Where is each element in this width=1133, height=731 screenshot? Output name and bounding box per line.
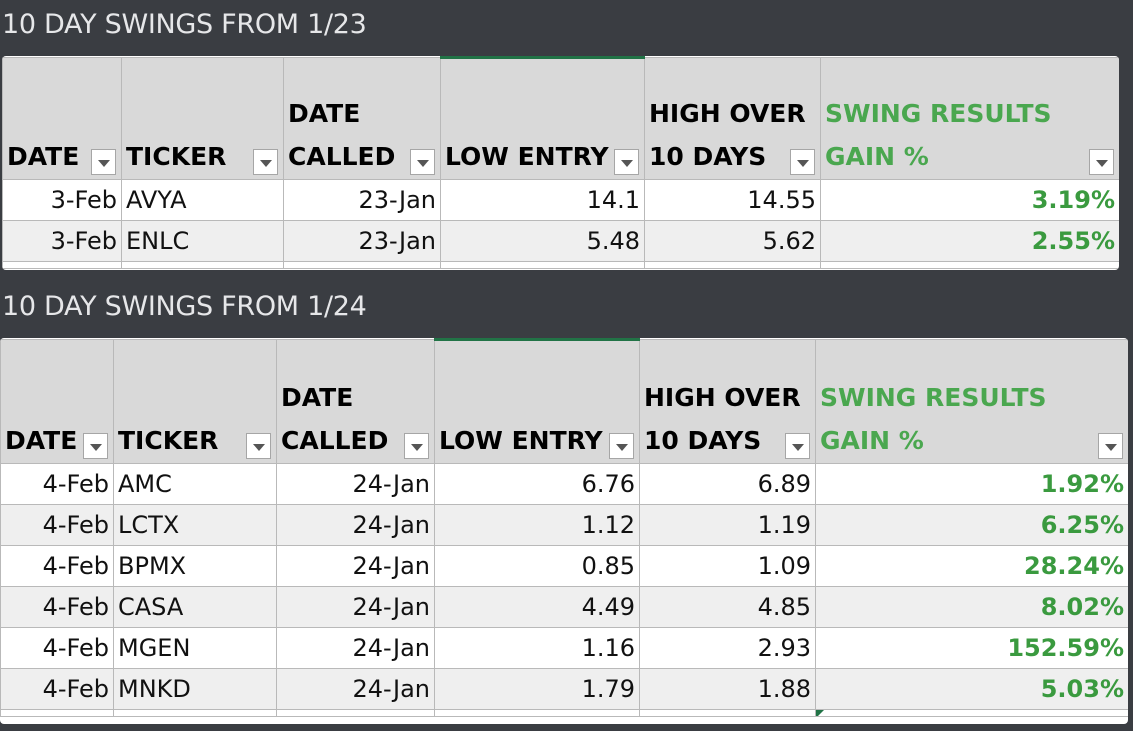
cell-gain[interactable]: 1.92% [815, 463, 1128, 505]
header-ticker: TICKER [113, 339, 277, 464]
header-date: DATE [0, 339, 114, 464]
filter-dropdown-icon[interactable] [614, 149, 639, 175]
table-row-partial [2, 261, 1119, 269]
header-date-called: DATE CALLED [276, 339, 435, 464]
cell-date[interactable]: 4-Feb [0, 668, 114, 710]
header-high-over: HIGH OVER 10 DAYS [644, 57, 821, 180]
cell-ticker[interactable]: MNKD [113, 668, 277, 710]
cell-ticker[interactable]: AMC [113, 463, 277, 505]
cell-gain[interactable]: 5.03% [815, 668, 1128, 710]
header-low-entry: LOW ENTRY [434, 338, 640, 464]
cell-ticker[interactable]: CASA [113, 586, 277, 628]
cell-ticker[interactable]: LCTX [113, 504, 277, 546]
filter-dropdown-icon[interactable] [246, 433, 271, 459]
swings-table-1: DATE TICKER DATE CALLED LOW ENTRY HIGH OV… [2, 56, 1119, 270]
filter-dropdown-icon[interactable] [253, 149, 278, 175]
cell-low-entry[interactable]: 6.76 [434, 463, 640, 505]
cell-low-entry[interactable]: 1.16 [434, 627, 640, 669]
cell-gain[interactable]: 152.59% [815, 627, 1128, 669]
table-row: 4-Feb CASA 24-Jan 4.49 4.85 8.02% [0, 586, 1128, 628]
cell-date[interactable]: 4-Feb [0, 463, 114, 505]
cell-date-called[interactable]: 24-Jan [276, 586, 435, 628]
table-row: 4-Feb MNKD 24-Jan 1.79 1.88 5.03% [0, 668, 1128, 710]
table-row-partial [0, 709, 1128, 717]
cell-gain[interactable]: 28.24% [815, 545, 1128, 587]
cell-high[interactable]: 1.19 [639, 504, 816, 546]
cell-date[interactable]: 4-Feb [0, 627, 114, 669]
cell-date-called[interactable]: 23-Jan [283, 220, 441, 262]
cell-date[interactable]: 3-Feb [2, 179, 122, 221]
cell-high[interactable]: 14.55 [644, 179, 821, 221]
cell-high[interactable]: 1.09 [639, 545, 816, 587]
filter-dropdown-icon[interactable] [91, 149, 116, 175]
table-row: 4-Feb LCTX 24-Jan 1.12 1.19 6.25% [0, 504, 1128, 546]
cell-date-called[interactable]: 24-Jan [276, 545, 435, 587]
cell-date-called[interactable]: 24-Jan [276, 504, 435, 546]
cell-error-indicator-icon [816, 710, 824, 716]
cell-date[interactable]: 4-Feb [0, 586, 114, 628]
section-title-1: 10 DAY SWINGS FROM 1/23 [2, 9, 367, 40]
cell-high[interactable]: 4.85 [639, 586, 816, 628]
data-table: DATE TICKER DATE CALLED LOW ENTRY HIGH OV… [2, 56, 1119, 269]
cell-date-called[interactable]: 24-Jan [276, 668, 435, 710]
header-low-entry: LOW ENTRY [440, 56, 645, 180]
table-row: 3-Feb AVYA 23-Jan 14.1 14.55 3.19% [2, 179, 1119, 221]
cell-high[interactable]: 6.89 [639, 463, 816, 505]
cell-low-entry[interactable]: 5.48 [440, 220, 645, 262]
filter-dropdown-icon[interactable] [790, 149, 815, 175]
header-ticker: TICKER [121, 57, 284, 180]
cell-high[interactable]: 1.88 [639, 668, 816, 710]
header-high-over: HIGH OVER 10 DAYS [639, 339, 816, 464]
cell-low-entry[interactable]: 1.79 [434, 668, 640, 710]
cell-high[interactable]: 2.93 [639, 627, 816, 669]
cell-date-called[interactable]: 24-Jan [276, 627, 435, 669]
table-row: 4-Feb AMC 24-Jan 6.76 6.89 1.92% [0, 463, 1128, 505]
cell-gain[interactable]: 3.19% [820, 179, 1119, 221]
swings-table-2: DATE TICKER DATE CALLED LOW ENTRY HIGH OV… [0, 338, 1128, 724]
cell-gain[interactable]: 2.55% [820, 220, 1119, 262]
table-row: 4-Feb BPMX 24-Jan 0.85 1.09 28.24% [0, 545, 1128, 587]
filter-dropdown-icon[interactable] [410, 149, 435, 175]
table-row: 3-Feb ENLC 23-Jan 5.48 5.62 2.55% [2, 220, 1119, 262]
section-title-2: 10 DAY SWINGS FROM 1/24 [2, 291, 367, 322]
filter-dropdown-icon[interactable] [83, 433, 108, 459]
header-swing-results: SWING RESULTS GAIN % [815, 339, 1128, 464]
cell-ticker[interactable]: BPMX [113, 545, 277, 587]
cell-date-called[interactable]: 24-Jan [276, 463, 435, 505]
cell-high[interactable]: 5.62 [644, 220, 821, 262]
cell-date[interactable]: 3-Feb [2, 220, 122, 262]
cell-date-called[interactable]: 23-Jan [283, 179, 441, 221]
filter-dropdown-icon[interactable] [785, 433, 810, 459]
cell-date[interactable]: 4-Feb [0, 545, 114, 587]
header-date-called: DATE CALLED [283, 57, 441, 180]
cell-ticker[interactable]: AVYA [121, 179, 284, 221]
filter-dropdown-icon[interactable] [1098, 433, 1123, 459]
cell-ticker[interactable]: ENLC [121, 220, 284, 262]
cell-gain[interactable]: 8.02% [815, 586, 1128, 628]
cell-date[interactable]: 4-Feb [0, 504, 114, 546]
cell-gain[interactable]: 6.25% [815, 504, 1128, 546]
cell-low-entry[interactable]: 4.49 [434, 586, 640, 628]
filter-dropdown-icon[interactable] [609, 433, 634, 459]
filter-dropdown-icon[interactable] [404, 433, 429, 459]
cell-ticker[interactable]: MGEN [113, 627, 277, 669]
header-date: DATE [2, 57, 122, 180]
data-table: DATE TICKER DATE CALLED LOW ENTRY HIGH OV… [0, 338, 1128, 717]
cell-low-entry[interactable]: 0.85 [434, 545, 640, 587]
table-row: 4-Feb MGEN 24-Jan 1.16 2.93 152.59% [0, 627, 1128, 669]
header-swing-results: SWING RESULTS GAIN % [820, 57, 1119, 180]
filter-dropdown-icon[interactable] [1089, 149, 1114, 175]
cell-low-entry[interactable]: 1.12 [434, 504, 640, 546]
cell-low-entry[interactable]: 14.1 [440, 179, 645, 221]
